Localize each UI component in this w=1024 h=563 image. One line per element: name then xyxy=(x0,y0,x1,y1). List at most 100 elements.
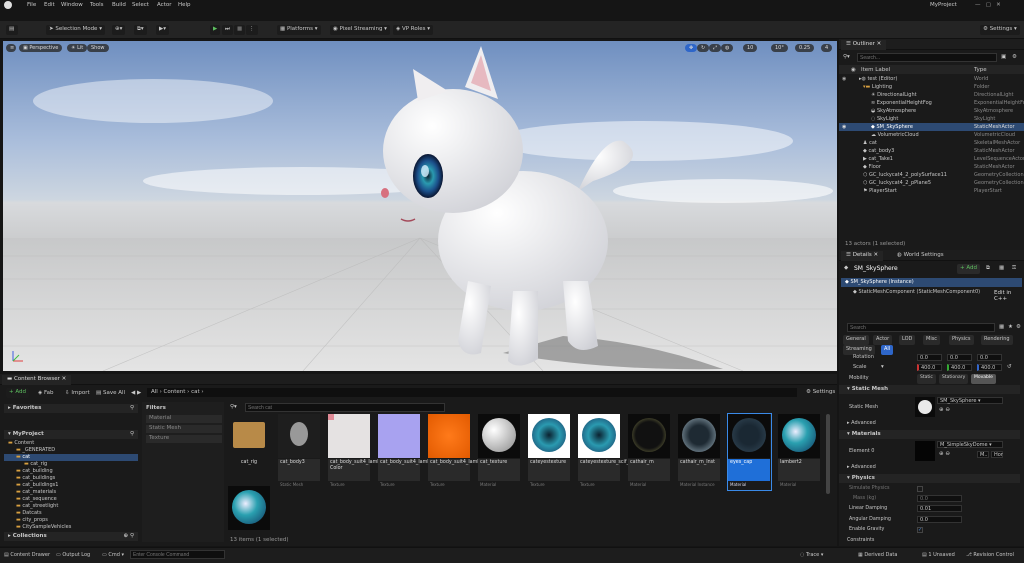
star-icon[interactable]: ★ xyxy=(1008,324,1013,330)
outliner-row[interactable]: ☁ VolumetricCloud VolumetricCloud xyxy=(839,131,1024,139)
blueprint-icon[interactable]: ⧉ xyxy=(986,265,990,272)
tree-item[interactable]: ▬ cat_sequence xyxy=(4,496,138,503)
tree-item[interactable]: ▬ _GENERATED xyxy=(4,447,138,454)
actor-name-field[interactable]: SM_SkySphere xyxy=(854,265,898,272)
content-browser-tab[interactable]: ▬ Content Browser ✕ xyxy=(2,375,72,385)
viewport-menu-button[interactable]: ≡ xyxy=(6,44,16,52)
static-mesh-thumbnail[interactable] xyxy=(915,397,935,417)
rotate-tool-icon[interactable]: ↻ xyxy=(697,44,710,52)
tree-item-selected[interactable]: ▬ cat xyxy=(4,454,138,461)
mass-field[interactable]: 0.0 xyxy=(917,495,962,502)
skip-button[interactable]: ⏭ xyxy=(222,25,233,35)
derived-data-button[interactable]: ▦ Derived Data xyxy=(858,550,897,560)
filter-all[interactable]: All xyxy=(881,345,894,355)
details-search-input[interactable] xyxy=(847,323,995,332)
outliner-row[interactable]: ◉ ▸◍ test (Editor) World xyxy=(839,75,1024,83)
filter-actor[interactable]: Actor xyxy=(873,335,893,345)
asset-filter-icon[interactable]: ⚲▾ xyxy=(230,404,237,410)
tree-item[interactable]: ▬ Datcats xyxy=(4,510,138,517)
selection-mode-button[interactable]: ➤ Selection Mode ▾ xyxy=(46,25,105,35)
perspective-button[interactable]: ▣ Perspective xyxy=(19,44,63,52)
menu-file[interactable]: File xyxy=(27,2,36,8)
settings-icon[interactable]: ⚙ xyxy=(1016,324,1021,330)
cmd-dropdown[interactable]: ▭ Cmd ▾ xyxy=(102,550,124,560)
trace-button[interactable]: ◌ Trace ▾ xyxy=(800,550,823,560)
mobility-static[interactable]: Static xyxy=(917,374,936,384)
rotation-snap-value[interactable]: 10° xyxy=(771,44,788,52)
asset-tile[interactable]: cateyestexture_scif_1 Texture xyxy=(578,414,632,490)
menu-select[interactable]: Select xyxy=(132,2,149,8)
asset-tile[interactable]: cat_body_suit4_lambert1_Normal Texture xyxy=(378,414,460,490)
filter-general[interactable]: General xyxy=(843,335,869,345)
details-tab[interactable]: ☰ Details ✕ xyxy=(841,251,884,261)
outliner-row[interactable]: ☀ DirectionalLight DirectionalLight xyxy=(839,91,1024,99)
angular-damping-field[interactable]: 0.0 xyxy=(917,516,962,523)
asset-tile[interactable]: lambert2 Material xyxy=(778,414,821,490)
rotation-x-field[interactable]: 0.0 xyxy=(917,354,942,361)
material-browse-icons[interactable]: ⊕ ⊖ xyxy=(939,451,950,457)
outliner-row[interactable]: ◒ SkyAtmosphere SkyAtmosphere xyxy=(839,107,1024,115)
chevron-down-icon[interactable]: ▾ xyxy=(881,364,884,370)
filter-physics[interactable]: Physics xyxy=(949,335,974,345)
menu-build[interactable]: Build xyxy=(112,2,126,8)
add-folder-icon[interactable]: ▣ xyxy=(1001,54,1006,60)
filter-texture[interactable]: Texture xyxy=(146,435,222,443)
tree-item[interactable]: ▬ cat_materials xyxy=(4,489,138,496)
type-column[interactable]: Type xyxy=(974,67,987,73)
material-dropdown[interactable]: M_SimpleSkyDome ▾ xyxy=(937,441,1003,448)
tree-item[interactable]: ▬ cat_streetlight xyxy=(4,503,138,510)
mobility-stationary[interactable]: Stationary xyxy=(939,374,969,384)
outliner-row[interactable]: ⚑ PlayerStart PlayerStart xyxy=(839,187,1024,195)
menu-edit[interactable]: Edit xyxy=(44,2,55,8)
menu-actor[interactable]: Actor xyxy=(157,2,171,8)
unsaved-button[interactable]: ▤ 1 Unsaved xyxy=(922,550,955,560)
tree-item[interactable]: ▬ cat_rig xyxy=(4,461,138,468)
add-collection-icon[interactable]: ⊕ ⚲ xyxy=(123,533,134,539)
outliner-row[interactable]: ▶ cat_Take1 LevelSequenceActor xyxy=(839,155,1024,163)
outliner-row[interactable]: ⬡ GC_luckycat4_2_polySurface11 GeometryCo… xyxy=(839,171,1024,179)
cinematics-button[interactable]: ▶▾ xyxy=(156,25,169,35)
rotation-z-field[interactable]: 0.0 xyxy=(977,354,1002,361)
enable-gravity-checkbox[interactable]: ✓ xyxy=(917,527,923,533)
settings-button[interactable]: ⚙ Settings ▾ xyxy=(980,25,1020,35)
asset-tile[interactable]: cathair_m Material xyxy=(628,414,671,490)
fab-button[interactable]: ◈ Fab xyxy=(38,390,54,396)
show-button[interactable]: Show xyxy=(87,44,109,52)
platforms-button[interactable]: ▦ Platforms ▾ xyxy=(277,25,321,35)
browse-icons[interactable]: ⊕ ⊖ xyxy=(939,407,950,413)
asset-tile[interactable]: cathair_m_Inst Material Instance xyxy=(678,414,721,490)
outliner-row[interactable]: ◌ SkyLight SkyLight xyxy=(839,115,1024,123)
stop-button[interactable]: ■ xyxy=(234,25,246,35)
asset-search-input[interactable] xyxy=(245,403,445,412)
tree-item[interactable]: ▬ cat_buildings xyxy=(4,475,138,482)
lock-icon[interactable]: ⚿ xyxy=(1012,265,1016,272)
asset-tile[interactable]: cat_rig xyxy=(228,414,271,490)
revision-control-button[interactable]: ⎇ Revision Control xyxy=(966,550,1014,560)
constraints-label[interactable]: Constraints xyxy=(847,538,874,543)
menu-help[interactable]: Help xyxy=(178,2,191,8)
asset-tile-selected[interactable]: eyes_cap Material xyxy=(727,413,772,491)
play-button[interactable]: ▶ xyxy=(210,25,221,35)
save-level-icon[interactable]: ▤ xyxy=(6,25,18,35)
grid-snap-value[interactable]: 10 xyxy=(743,44,758,52)
project-header[interactable]: ▾ MyProject ⚲ xyxy=(4,430,138,439)
material-thumbnail[interactable] xyxy=(915,441,935,461)
save-all-button[interactable]: ▤ Save All xyxy=(96,390,125,396)
search-icon[interactable]: ⚲ xyxy=(130,405,134,411)
lit-button[interactable]: ☀ Lit xyxy=(67,44,88,52)
window-controls[interactable]: — ▢ ✕ xyxy=(975,2,1001,8)
asset-tile[interactable]: cat_texture Material xyxy=(478,414,521,490)
outliner-settings-icon[interactable]: ⚙ xyxy=(1012,54,1017,60)
breadcrumb-all[interactable]: All xyxy=(151,389,158,395)
outliner-row[interactable]: ♟ cat SkeletalMeshActor xyxy=(839,139,1024,147)
world-space-icon[interactable]: ◍ xyxy=(721,44,734,52)
scale-tool-icon[interactable]: ⤢ xyxy=(709,44,722,52)
materials-section[interactable]: ▾ Materials xyxy=(839,430,1020,439)
tree-item[interactable]: ▬ cat_buildings1 xyxy=(4,482,138,489)
close-icon[interactable]: ✕ xyxy=(877,41,882,47)
grid-view-icon[interactable]: ▦ xyxy=(999,265,1004,271)
outliner-row[interactable]: ▾▬ Lighting Folder xyxy=(839,83,1024,91)
add-button[interactable]: + Add xyxy=(6,388,30,398)
world-settings-tab[interactable]: ◍ World Settings xyxy=(897,252,944,258)
collections-header[interactable]: ▸ Collections ⊕ ⚲ xyxy=(4,532,138,541)
